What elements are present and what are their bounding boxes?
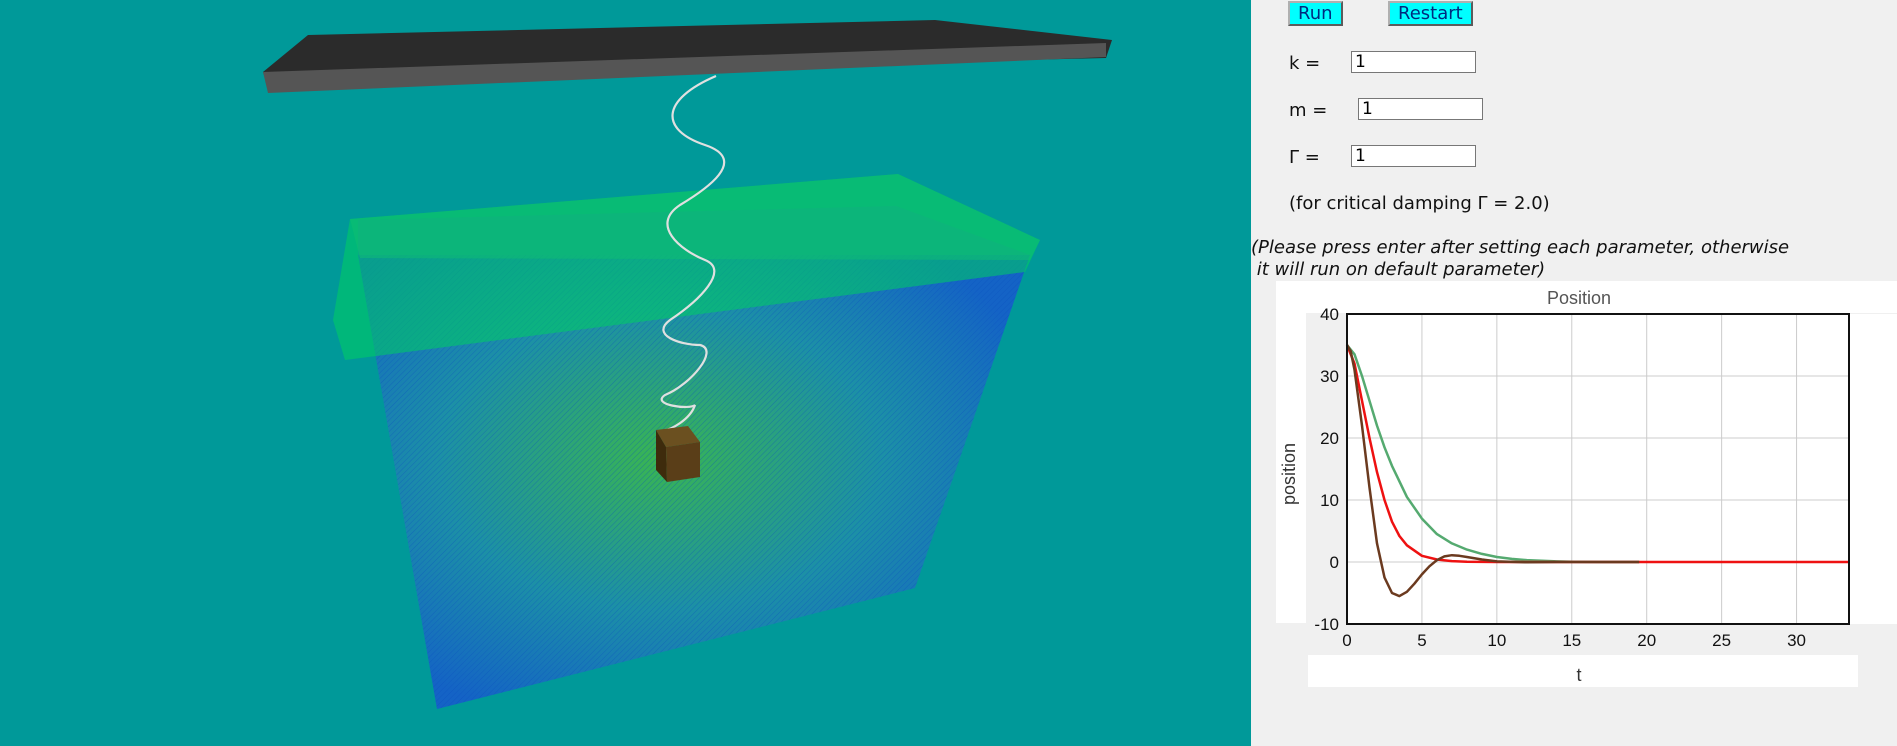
restart-button[interactable]: Restart <box>1388 1 1473 26</box>
x-axis-label: t <box>1576 665 1581 685</box>
y-tick-label: 30 <box>1320 367 1339 386</box>
instruction-line-1: (Please press enter after setting each p… <box>1251 237 1790 258</box>
simulation-canvas[interactable] <box>0 0 1251 746</box>
run-button[interactable]: Run <box>1288 1 1343 26</box>
m-label: m = <box>1289 100 1328 121</box>
x-tick-label: 20 <box>1637 631 1656 650</box>
x-tick-label: 30 <box>1787 631 1806 650</box>
x-tick-label: 15 <box>1562 631 1581 650</box>
y-tick-label: -10 <box>1314 615 1339 634</box>
x-tick-label: 0 <box>1342 631 1351 650</box>
x-tick-label: 10 <box>1487 631 1506 650</box>
x-tick-label: 5 <box>1417 631 1426 650</box>
y-tick-label: 20 <box>1320 429 1339 448</box>
mass-block[interactable] <box>656 426 700 482</box>
x-tick-label: 25 <box>1712 631 1731 650</box>
k-label: k = <box>1289 53 1321 74</box>
gamma-label: Γ = <box>1289 147 1320 168</box>
k-input[interactable] <box>1351 51 1476 73</box>
position-chart: Position t position -10010203040 0 5 10 15 2… <box>1276 281 1897 687</box>
y-axis-label: position <box>1279 443 1299 505</box>
y-tick-label: 40 <box>1320 305 1339 324</box>
x-label-strip <box>1308 655 1858 687</box>
chart-title: Position <box>1547 288 1611 308</box>
instruction-line-2: it will run on default parameter) <box>1251 259 1546 280</box>
m-input[interactable] <box>1358 98 1483 120</box>
y-tick-label: 10 <box>1320 491 1339 510</box>
y-tick-label: 0 <box>1330 553 1339 572</box>
gamma-input[interactable] <box>1351 145 1476 167</box>
plot-area <box>1347 314 1897 624</box>
critical-damping-note: (for critical damping Γ = 2.0) <box>1289 193 1550 214</box>
ceiling-plate <box>263 20 1112 93</box>
